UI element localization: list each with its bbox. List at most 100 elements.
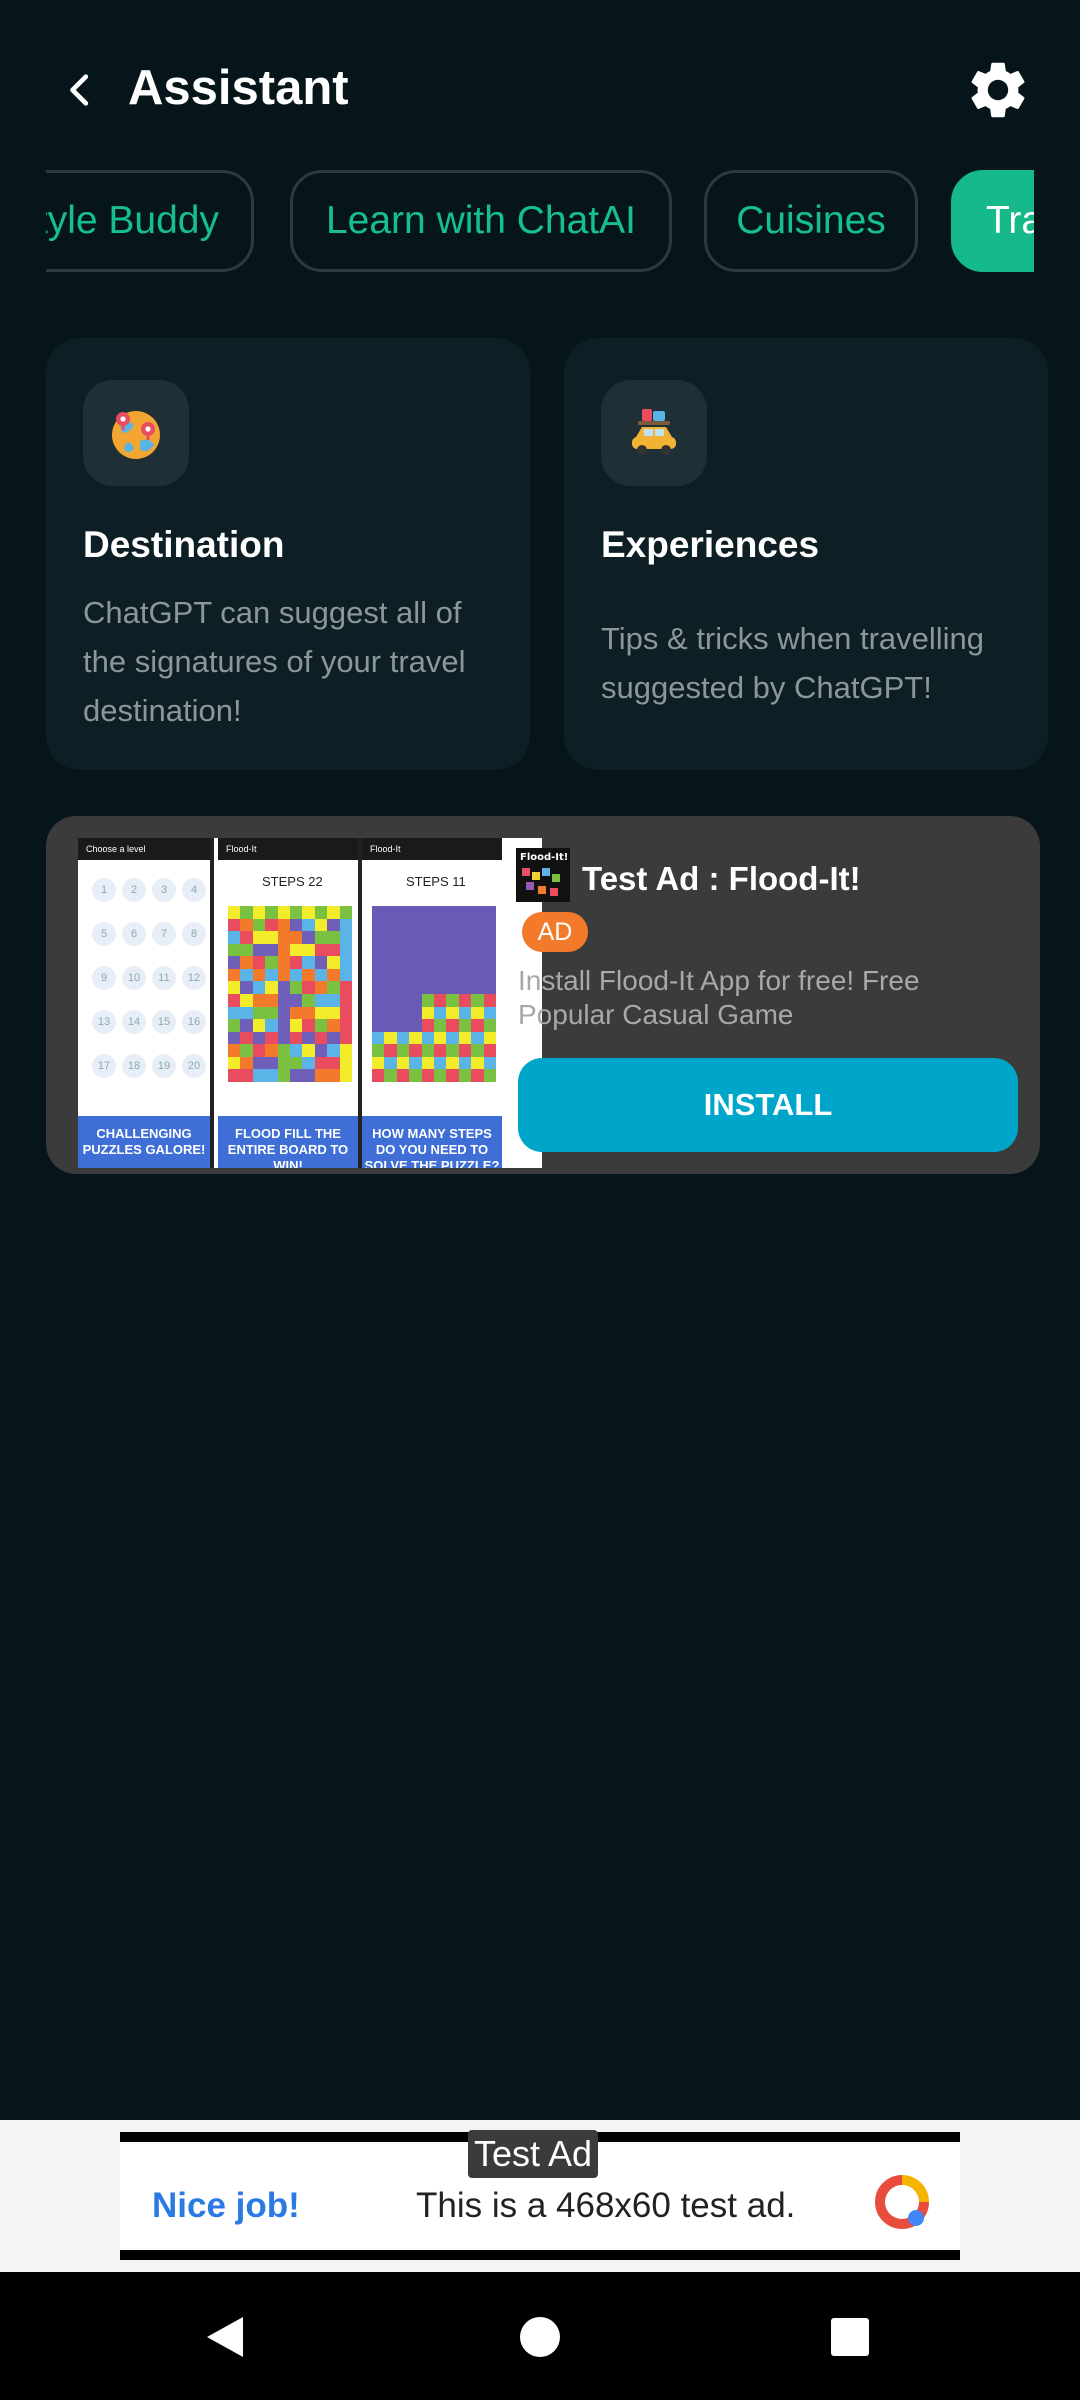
board-cell — [396, 1069, 410, 1082]
board-cell — [409, 993, 422, 1007]
board-cell — [289, 1006, 303, 1020]
board-cell — [277, 943, 290, 957]
board-cell — [277, 1006, 290, 1020]
chip-travel[interactable]: Travel — [951, 170, 1034, 272]
chip-lifestyle-buddy[interactable]: Lifestyle Buddy — [46, 170, 254, 272]
category-chips: Lifestyle Buddy Learn with ChatAI Cuisin… — [46, 168, 1034, 274]
board-cell — [372, 1056, 385, 1070]
board-cell — [339, 981, 352, 994]
board-cell — [302, 1006, 315, 1020]
nav-recents-button[interactable] — [815, 2302, 885, 2372]
level-bubble: 17 — [92, 1054, 116, 1078]
nav-back-button[interactable] — [190, 2302, 260, 2372]
board-cell — [421, 1044, 434, 1057]
board-cell — [327, 906, 340, 919]
board-cell — [339, 1006, 352, 1020]
ad-screenshot: Flood-It STEPS 11 HOW MANY STEPS DO YOU … — [362, 838, 502, 1168]
board-cell — [384, 1031, 397, 1045]
board-cell — [396, 1006, 410, 1020]
board-cell — [252, 918, 266, 932]
board-cell — [421, 943, 434, 957]
board-cell — [409, 1019, 422, 1032]
board-cell — [471, 1044, 484, 1057]
board-cell — [240, 993, 253, 1007]
board-cell — [446, 1056, 459, 1070]
board-cell — [240, 1044, 253, 1057]
board-cell — [372, 943, 385, 957]
nav-home-button[interactable] — [505, 2302, 575, 2372]
board-cell — [289, 931, 303, 944]
board-cell — [252, 1006, 266, 1020]
board-cell — [433, 943, 447, 957]
board-cell — [327, 1019, 340, 1032]
board-cell — [277, 993, 290, 1007]
board-cell — [458, 918, 472, 932]
board-cell — [228, 1069, 241, 1082]
board-cell — [228, 1031, 241, 1045]
install-button[interactable]: INSTALL — [518, 1058, 1018, 1152]
board-cell — [372, 906, 385, 919]
shot-steps: STEPS 22 — [262, 874, 323, 889]
board-cell — [446, 968, 459, 982]
board-cell — [302, 968, 315, 982]
board-cell — [289, 981, 303, 994]
board-cell — [277, 1019, 290, 1032]
board-cell — [483, 981, 496, 994]
board-cell — [446, 931, 459, 944]
board-cell — [314, 1056, 328, 1070]
svg-text:Flood-It!: Flood-It! — [520, 852, 568, 863]
board-cell — [289, 943, 303, 957]
board-cell — [228, 1019, 241, 1032]
board-cell — [433, 1031, 447, 1045]
board-cell — [409, 1056, 422, 1070]
board-cell — [314, 956, 328, 969]
board-cell — [302, 906, 315, 919]
board-cell — [471, 956, 484, 969]
board-cell — [471, 1056, 484, 1070]
board-cell — [289, 1056, 303, 1070]
board-cell — [433, 981, 447, 994]
board-cell — [421, 1069, 434, 1082]
board-cell — [240, 1069, 253, 1082]
card-title: Experiences — [601, 524, 820, 565]
board-cell — [277, 931, 290, 944]
board-cell — [228, 1044, 241, 1057]
board-cell — [421, 1006, 434, 1020]
board-cell — [302, 1031, 315, 1045]
board-cell — [471, 1069, 484, 1082]
chip-learn-with-chatai[interactable]: Learn with ChatAI — [290, 170, 672, 272]
arrow-left-icon — [70, 74, 89, 106]
native-ad[interactable]: Choose a level 1 2 3 4 5 6 7 8 9 10 11 12 13 14 15 16 17… — [46, 816, 1040, 1174]
board-cell — [339, 918, 352, 932]
banner-ad[interactable]: Test Ad Nice job! This is a 468x60 test … — [120, 2130, 960, 2260]
level-bubble: 8 — [182, 922, 206, 946]
board-cell — [433, 1019, 447, 1032]
card-destination[interactable]: Destination ChatGPT can suggest all of t… — [46, 338, 530, 770]
board-cell — [471, 918, 484, 932]
board-cell — [446, 956, 459, 969]
board-cell — [228, 993, 241, 1007]
board-cell — [252, 1069, 266, 1082]
board-cell — [433, 993, 447, 1007]
board-cell — [433, 1006, 447, 1020]
board-cell — [458, 1031, 472, 1045]
flood-it-logo: Flood-It! — [520, 852, 568, 896]
board-cell — [265, 968, 278, 982]
board-cell — [471, 993, 484, 1007]
settings-button[interactable] — [964, 56, 1032, 124]
board-cell — [396, 1031, 410, 1045]
chip-cuisines[interactable]: Cuisines — [704, 170, 918, 272]
board-cell — [471, 931, 484, 944]
board-cell — [265, 918, 278, 932]
ad-screenshots: Choose a level 1 2 3 4 5 6 7 8 9 10 11 12 13 14 15 16 17… — [78, 838, 542, 1168]
flood-board — [228, 906, 352, 1082]
board-cell — [252, 981, 266, 994]
board-cell — [314, 918, 328, 932]
board-cell — [339, 906, 352, 919]
board-cell — [228, 1056, 241, 1070]
back-button[interactable] — [52, 62, 108, 118]
card-experiences[interactable]: Experiences Tips & tricks when travellin… — [564, 338, 1048, 770]
flood-board — [372, 906, 496, 1082]
square-recents-icon — [831, 2318, 869, 2356]
board-cell — [471, 968, 484, 982]
